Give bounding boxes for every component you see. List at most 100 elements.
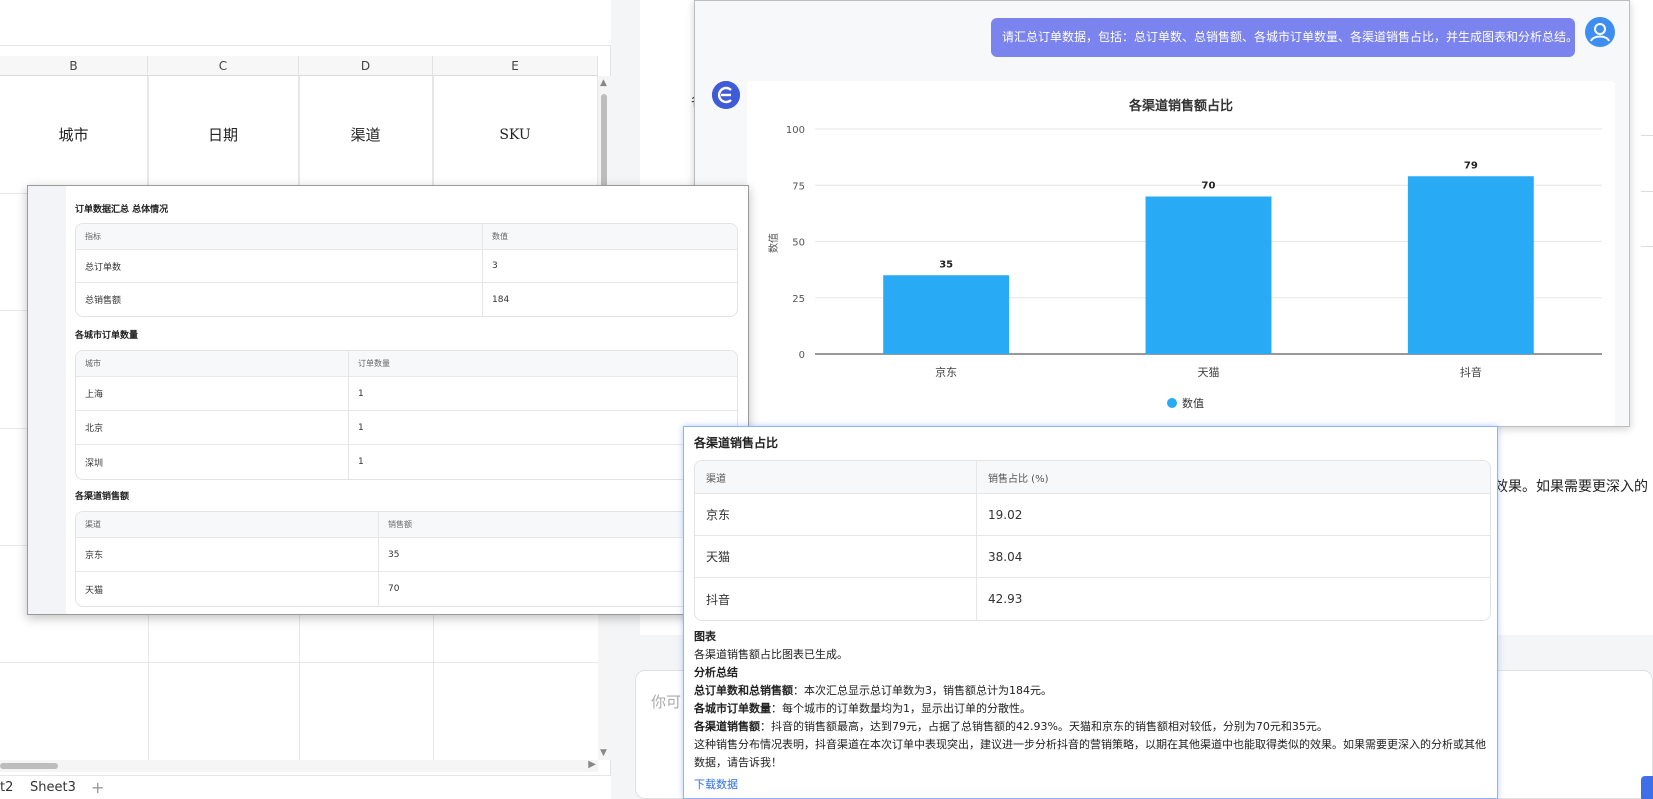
- share-table: 渠道 销售占比 (%) 京东 19.02 天猫 38.04 抖音 42.93: [694, 460, 1491, 621]
- point-text: ：抖音的销售额最高，达到79元，占据了总销售额的42.93%。天猫和京东的销售额…: [760, 720, 1328, 733]
- table-cell: 19.02: [976, 494, 1490, 535]
- table-row: 城市 订单数量: [76, 351, 737, 377]
- table-row: 总销售额 184: [76, 283, 737, 316]
- divider: [1641, 191, 1653, 192]
- bar-chart: 各渠道销售额占比 数值 0 25 50 75 100 35 京东 70 天猫 79 抖音 数值: [767, 98, 1602, 410]
- column-header-b[interactable]: B: [0, 56, 148, 76]
- summary-window: 订单数据汇总 总体情况 指标 数值 总订单数 3 总销售额 184 各城市订单数…: [27, 185, 749, 615]
- chart-legend: 数值: [1167, 397, 1204, 410]
- table-cell: 北京: [85, 424, 104, 434]
- download-data-link[interactable]: 下载数据: [694, 776, 1491, 794]
- y-tick-label: 25: [792, 294, 805, 305]
- table-header-cell: 订单数量: [348, 351, 737, 376]
- table-header-cell: 城市: [85, 359, 101, 368]
- y-tick-label: 75: [792, 181, 805, 192]
- cell-city-header[interactable]: 城市: [0, 76, 148, 194]
- channel-sales-table: 渠道 销售额 京东 35 天猫 70: [75, 511, 738, 607]
- scroll-thumb[interactable]: [0, 763, 58, 769]
- analysis-point: 各渠道销售额：抖音的销售额最高，达到79元，占据了总销售额的42.93%。天猫和…: [694, 718, 1491, 736]
- table-cell: 1: [348, 411, 737, 444]
- gutter: [28, 186, 66, 614]
- table-cell: 抖音: [706, 592, 731, 607]
- share-heading: 各渠道销售占比: [694, 436, 779, 450]
- chart-card: 各渠道销售额占比 数值 0 25 50 75 100 35 京东 70 天猫 79 抖音 数值: [747, 81, 1615, 426]
- table-row: 天猫 70: [76, 572, 737, 606]
- data-label: 70: [1202, 181, 1216, 192]
- chart-subheading: 图表: [694, 630, 716, 643]
- chat-text-fragment: 效果。如果需要更深入的: [1494, 479, 1648, 495]
- table-row: 京东 19.02: [695, 494, 1490, 536]
- table-row: 抖音 42.93: [695, 578, 1490, 620]
- assistant-avatar-icon: [712, 81, 740, 109]
- column-header-d[interactable]: D: [299, 56, 433, 76]
- table-cell: 上海: [85, 390, 104, 400]
- point-text: ：本次汇总显示总订单数为3，销售额总计为184元。: [793, 684, 1052, 697]
- scroll-up-icon[interactable]: ▲: [600, 78, 607, 88]
- x-tick-label: 天猫: [1198, 366, 1220, 379]
- analysis-text: 图表 各渠道销售额占比图表已生成。 分析总结 总订单数和总销售额：本次汇总显示总…: [694, 628, 1491, 794]
- legend-marker[interactable]: [1167, 398, 1177, 408]
- city-table: 城市 订单数量 上海 1 北京 1 深圳 1: [75, 350, 738, 480]
- table-row: 北京 1: [76, 411, 737, 445]
- bar[interactable]: [1407, 176, 1534, 354]
- column-header-c[interactable]: C: [148, 56, 299, 76]
- analysis-conclusion: 这种销售分布情况表明，抖音渠道在本次订单中表现突出，建议进一步分析抖音的营销策略…: [694, 738, 1486, 769]
- table-row: 指标 数值: [76, 224, 737, 250]
- table-header-cell: 销售占比 (%): [976, 461, 1490, 493]
- bar[interactable]: [883, 275, 1010, 354]
- overall-table: 指标 数值 总订单数 3 总销售额 184: [75, 223, 738, 317]
- analysis-point: 各城市订单数量：每个城市的订单数量均为1，显示出订单的分散性。: [694, 700, 1491, 718]
- table-cell: 京东: [85, 551, 104, 561]
- add-sheet-icon[interactable]: +: [91, 778, 104, 797]
- divider: [1641, 135, 1653, 136]
- table-row: 渠道 销售占比 (%): [695, 461, 1490, 494]
- sheet-toolbar: [0, 0, 611, 46]
- cell-date-header[interactable]: 日期: [148, 76, 299, 194]
- user-message: 请汇总订单数据，包括：总订单数、总销售额、各城市订单数量、各渠道销售占比，并生成…: [991, 18, 1575, 57]
- table-cell: 184: [482, 283, 737, 316]
- table-cell: 38.04: [976, 536, 1490, 577]
- channel-heading: 各渠道销售额: [75, 492, 130, 502]
- sheet-tab[interactable]: t2: [0, 780, 13, 795]
- table-cell: 42.93: [976, 578, 1490, 620]
- bar[interactable]: [1145, 196, 1272, 355]
- data-label: 79: [1464, 160, 1478, 171]
- point-label: 各城市订单数量: [694, 702, 771, 715]
- column-header-e[interactable]: E: [433, 56, 598, 76]
- table-cell: 1: [348, 377, 737, 410]
- table-row: 京东 35: [76, 538, 737, 572]
- y-tick-label: 100: [786, 125, 805, 136]
- grid-line: [0, 662, 600, 663]
- sheet-tabs: t2 Sheet3 +: [0, 775, 611, 799]
- scroll-right-icon[interactable]: ▶: [588, 759, 596, 770]
- point-label: 总订单数和总销售额: [694, 684, 793, 697]
- table-cell: 总销售额: [85, 296, 122, 306]
- data-label: 35: [939, 259, 953, 270]
- scroll-down-icon[interactable]: ▼: [600, 748, 607, 758]
- horizontal-scrollbar[interactable]: ▶: [0, 759, 598, 772]
- y-axis-label: 数值: [767, 233, 780, 253]
- table-cell: 深圳: [85, 458, 104, 469]
- table-row: 天猫 38.04: [695, 536, 1490, 578]
- table-row: 上海 1: [76, 377, 737, 411]
- cell-sku-header[interactable]: SKU: [433, 76, 598, 194]
- table-cell: 1: [348, 445, 737, 479]
- cell-channel-header[interactable]: 渠道: [299, 76, 433, 194]
- analysis-subheading: 分析总结: [694, 666, 738, 679]
- table-header-cell: 渠道: [85, 520, 101, 529]
- send-button[interactable]: [1641, 776, 1653, 799]
- table-header-cell: 数值: [482, 224, 737, 249]
- legend-label: 数值: [1182, 397, 1204, 410]
- table-row: 渠道 销售额: [76, 512, 737, 538]
- table-row: 总订单数 3: [76, 250, 737, 283]
- point-text: ：每个城市的订单数量均为1，显示出订单的分散性。: [771, 702, 1031, 715]
- table-cell: 3: [482, 250, 737, 282]
- divider: [1641, 246, 1653, 247]
- sheet-tab[interactable]: Sheet3: [30, 780, 76, 795]
- table-row: 深圳 1: [76, 445, 737, 479]
- user-avatar-icon: [1585, 17, 1615, 47]
- table-cell: 天猫: [85, 585, 104, 596]
- table-header-cell: 指标: [85, 232, 101, 241]
- analysis-point: 总订单数和总销售额：本次汇总显示总订单数为3，销售额总计为184元。: [694, 682, 1491, 700]
- overall-heading: 订单数据汇总 总体情况: [75, 205, 169, 215]
